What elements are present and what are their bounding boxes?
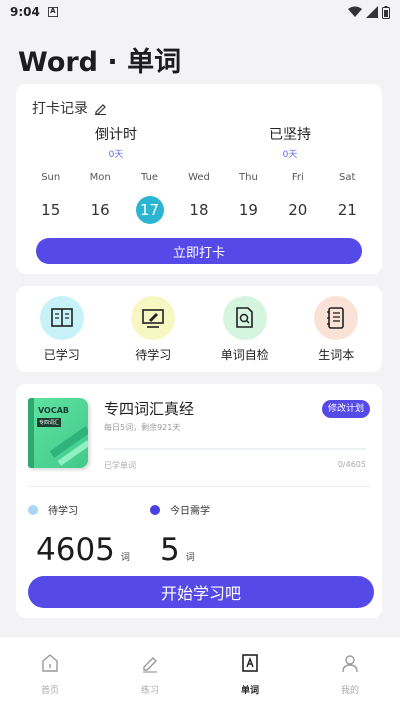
day-name: Thu [239, 172, 258, 183]
tool-label: 生词本 [318, 348, 355, 362]
legend-dot [28, 504, 38, 515]
bottom-nav: 首页 练习 单词 我的 [0, 636, 400, 710]
tool-circle [314, 296, 359, 340]
checkin-title: 打卡记录 [32, 101, 88, 117]
checkin-button[interactable]: 立即打卡 [36, 238, 362, 264]
unit-label: 词 [185, 553, 195, 563]
start-learning-button[interactable]: 开始学习吧 [28, 576, 374, 608]
calendar-day[interactable]: Fri 20 [273, 172, 322, 224]
unit-label: 词 [120, 553, 130, 563]
day-date: 19 [238, 201, 258, 219]
streak-stat: 已坚持 0天 [230, 124, 350, 160]
battery-icon [382, 5, 390, 19]
wifi-icon [348, 6, 362, 17]
nav-profile[interactable]: 我的 [300, 637, 400, 710]
day-name: Fri [291, 172, 304, 183]
day-date: 18 [189, 201, 209, 219]
streak-value: 0天 [282, 150, 298, 160]
nav-label: 我的 [340, 686, 359, 696]
day-name: Sat [339, 172, 356, 183]
signal-icon [366, 6, 378, 18]
status-time: 9:04 [10, 5, 40, 19]
nav-practice[interactable]: 练习 [100, 637, 200, 710]
book-subtitle: 专四词汇 [37, 418, 62, 427]
tool-self-check[interactable]: 单词自检 [199, 296, 291, 372]
tool-new-words[interactable]: 生词本 [291, 296, 383, 372]
tools-card: 已学习 待学习 单词自检 生词本 [16, 286, 382, 372]
home-icon [42, 654, 58, 672]
calendar-day[interactable]: Wed 18 [174, 172, 223, 224]
notebook-icon [327, 307, 345, 329]
countdown-label: 倒计时 [95, 127, 137, 143]
edit-pencil-icon[interactable] [94, 102, 107, 115]
pending-count: 4605 词 [36, 532, 130, 568]
pencil-icon [143, 657, 157, 673]
monitor-pen-icon [142, 309, 165, 328]
nav-words[interactable]: 单词 [200, 637, 300, 710]
countdown-value: 0天 [108, 150, 124, 160]
progress-count: 0/4605 [337, 460, 366, 469]
calendar-day[interactable]: Sat 21 [323, 172, 372, 224]
nav-label: 练习 [140, 686, 159, 696]
tool-label: 待学习 [135, 348, 172, 362]
day-name: Wed [188, 172, 210, 183]
page-title: Word · 单词 [18, 47, 182, 78]
calendar-day[interactable]: Sun 15 [26, 172, 75, 224]
legend-dot [150, 504, 160, 515]
plan-subtitle: 每日5词，剩余921天 [104, 423, 181, 432]
vocab-book-cover[interactable]: VOCAB 专四词汇 [28, 398, 88, 468]
notification-icon: A [47, 7, 58, 17]
tool-circle [39, 296, 84, 340]
book-spine [28, 398, 34, 468]
book-title: VOCAB [38, 406, 70, 415]
nav-label: 首页 [40, 686, 59, 696]
tool-circle [222, 296, 267, 340]
tool-learned[interactable]: 已学习 [16, 296, 108, 372]
user-icon [342, 655, 358, 673]
calendar-day[interactable]: Mon 16 [75, 172, 124, 224]
streak-label: 已坚持 [269, 127, 311, 143]
pending-number: 4605 [36, 532, 115, 568]
nav-home[interactable]: 首页 [0, 637, 100, 710]
tool-label: 已学习 [43, 348, 80, 362]
edit-plan-button[interactable]: 修改计划 [321, 400, 370, 418]
progress-bar [104, 448, 366, 450]
checkin-header[interactable]: 打卡记录 [32, 98, 107, 118]
status-bar: 9:04 A [0, 0, 400, 24]
divider [28, 486, 370, 487]
day-date: 16 [90, 201, 110, 219]
legend-label: 今日需学 [170, 506, 210, 517]
nav-label: 单词 [240, 686, 259, 696]
day-name: Tue [141, 172, 159, 183]
word-book-icon [242, 654, 258, 672]
day-name: Mon [89, 172, 111, 183]
checkin-card: 打卡记录 倒计时 0天 已坚持 0天 Sun 15 Mon 16 Tue 17 Wed… [16, 84, 382, 274]
tool-label: 单词自检 [220, 348, 269, 362]
study-plan-card: VOCAB 专四词汇 专四词汇真经 每日5词，剩余921天 修改计划 已学单词 … [16, 384, 382, 618]
tool-pending[interactable]: 待学习 [108, 296, 200, 372]
legend-pending: 待学习 [28, 502, 78, 517]
legend-today: 今日需学 [150, 502, 210, 517]
legend-label: 待学习 [48, 506, 78, 517]
tool-circle [131, 296, 176, 340]
day-date: 17 [135, 196, 164, 224]
day-name: Sun [41, 172, 61, 183]
calendar-day[interactable]: Tue 17 [125, 172, 174, 224]
week-calendar: Sun 15 Mon 16 Tue 17 Wed 18 Thu 19 Fri 20 Sat 2… [26, 172, 372, 224]
today-number: 5 [160, 532, 180, 568]
book-open-icon [50, 308, 73, 327]
plan-title: 专四词汇真经 [104, 400, 195, 418]
countdown-stat: 倒计时 0天 [56, 124, 176, 160]
day-date: 20 [288, 201, 308, 219]
today-count: 5 词 [160, 532, 195, 568]
document-search-icon [235, 307, 253, 328]
calendar-day[interactable]: Thu 19 [224, 172, 273, 224]
day-date: 15 [41, 201, 61, 219]
progress-label: 已学单词 [104, 461, 136, 470]
day-date: 21 [337, 201, 357, 219]
